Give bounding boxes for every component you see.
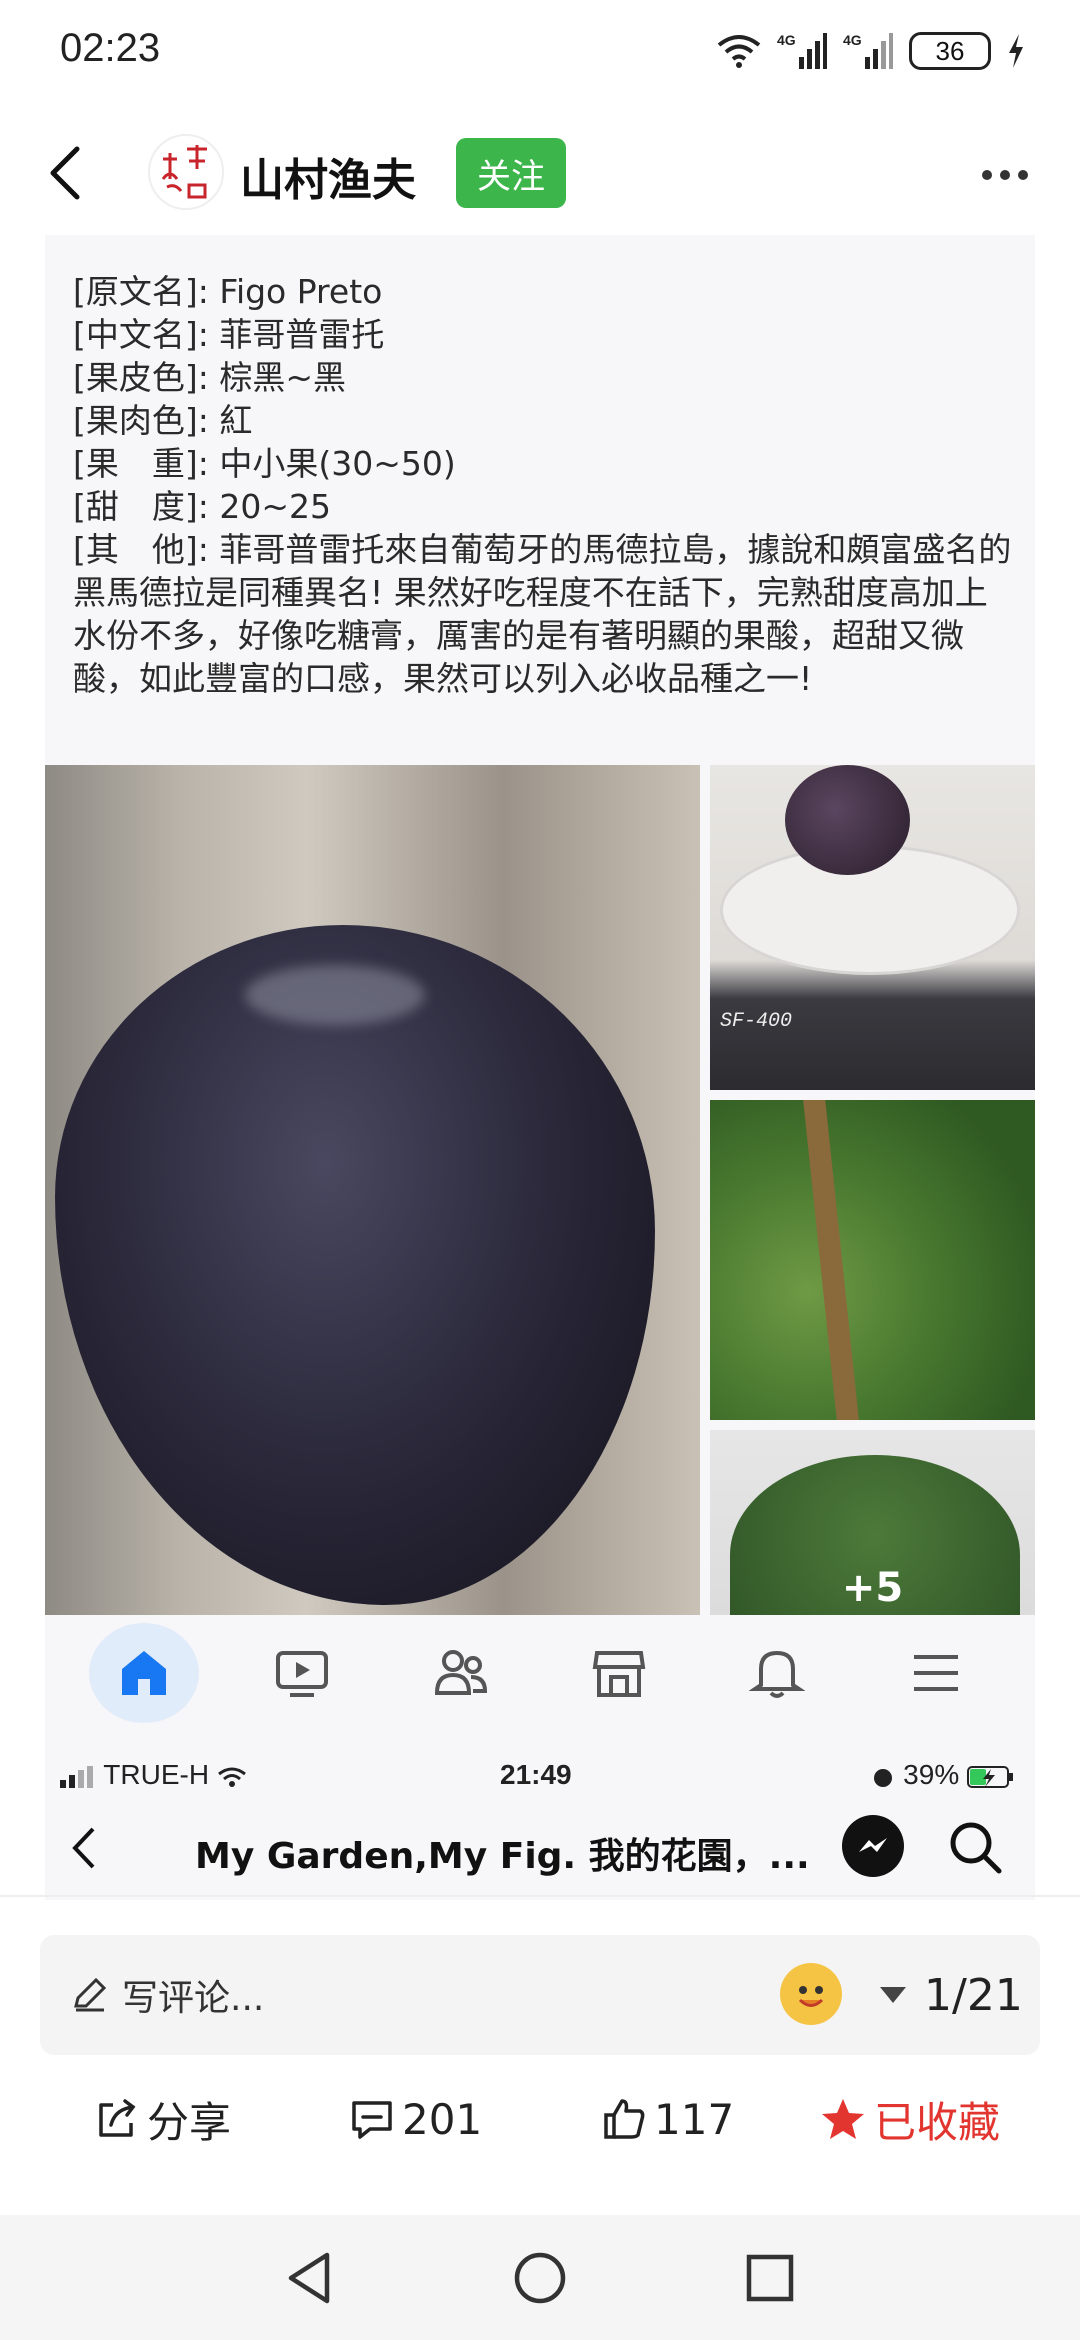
comments-count: 201	[402, 2094, 483, 2144]
more-photos-count: +5	[841, 1565, 904, 1611]
more-dot-icon	[982, 170, 992, 180]
comment-input[interactable]: 写评论...	[70, 1935, 264, 2055]
system-back-button[interactable]	[275, 2243, 345, 2313]
home-icon	[122, 1650, 167, 1695]
battery-indicator: 36	[909, 32, 991, 70]
comment-bar: 写评论... 1/21	[40, 1935, 1040, 2055]
fb-home-tab	[89, 1622, 200, 1723]
comment-placeholder: 写评论...	[122, 1978, 265, 2019]
page-indicator-label: 1/21	[924, 1969, 1023, 2021]
scale-label: SF-400	[720, 1010, 793, 1033]
embedded-carrier: TRUE-H	[60, 1759, 247, 1791]
spec-description: [其 他]: 菲哥普雷托來自葡萄牙的馬德拉島，據說和頗富盛名的黑馬德拉是同種異名…	[73, 530, 1012, 698]
system-home-button[interactable]	[505, 2243, 575, 2313]
back-button[interactable]	[30, 138, 100, 208]
messenger-icon	[842, 1815, 904, 1877]
post-header: 山村渔夫 关注	[0, 120, 1080, 230]
emoji-button[interactable]	[780, 1963, 842, 2025]
thumbs-up-icon	[604, 2099, 645, 2139]
fb-notifications-tab	[722, 1623, 832, 1723]
share-button[interactable]: 分享	[95, 2089, 231, 2149]
image-page-indicator[interactable]: 1/21	[880, 1935, 1023, 2055]
wifi-icon	[717, 35, 761, 68]
wifi-icon	[217, 1767, 246, 1787]
bell-icon	[749, 1650, 806, 1698]
svg-text:4G: 4G	[777, 32, 796, 48]
spec-sweetness: [甜 度]: 20~25	[73, 487, 331, 526]
embedded-battery: 39%	[871, 1759, 1015, 1791]
stem-image	[802, 1100, 860, 1420]
battery-charging-icon	[967, 1765, 1013, 1788]
spec-weight: [果 重]: 中小果(30~50)	[73, 444, 456, 483]
embedded-fb-nav	[45, 1620, 1035, 1725]
fig-spec-text: [原文名]: Figo Preto [中文名]: 菲哥普雷托 [果皮色]: 棕黑…	[73, 270, 1013, 700]
embedded-title: My Garden,My Fig. 我的花園，...	[195, 1836, 810, 1877]
avatar[interactable]	[148, 134, 224, 210]
follow-button[interactable]: 关注	[456, 138, 566, 208]
comment-icon	[352, 2101, 392, 2139]
store-icon	[592, 1650, 646, 1697]
charging-icon	[1009, 34, 1023, 68]
spec-flesh-color: [果肉色]: 紅	[73, 401, 253, 440]
more-options-button[interactable]	[970, 150, 1040, 200]
seal-logo-icon	[156, 142, 216, 202]
fb-marketplace-tab	[564, 1623, 674, 1723]
fig-shine	[245, 965, 425, 1025]
alarm-icon	[874, 1768, 893, 1787]
cell-signal-icon: 4G	[843, 32, 893, 69]
share-icon	[99, 2099, 136, 2137]
fig-photo-plant[interactable]	[710, 1100, 1035, 1420]
svg-text:4G: 4G	[843, 32, 862, 48]
chevron-left-icon	[50, 146, 80, 200]
action-bar: 分享 201 117 已收藏	[0, 2075, 1080, 2165]
search-icon	[950, 1822, 1002, 1874]
divider	[0, 1895, 1080, 1897]
fig-fruit-image	[55, 925, 655, 1605]
embedded-carrier-label: TRUE-H	[103, 1759, 210, 1790]
likes-count: 117	[654, 2094, 735, 2144]
embedded-battery-label: 39%	[903, 1759, 960, 1790]
spec-chinese-name: [中文名]: 菲哥普雷托	[73, 315, 385, 354]
pencil-icon	[74, 1977, 107, 2012]
favorite-button[interactable]: 已收藏	[820, 2089, 1000, 2149]
cell-signal-icon	[60, 1765, 93, 1788]
status-icons: 4G 4G 36	[717, 28, 1025, 74]
status-bar: 02:23 4G 4G 36	[0, 0, 1080, 100]
chevron-left-icon	[72, 1827, 95, 1869]
fb-menu-tab	[881, 1623, 991, 1723]
friends-icon	[434, 1649, 487, 1695]
spec-original-name: [原文名]: Figo Preto	[73, 272, 383, 311]
square-recents-icon	[746, 2254, 794, 2302]
circle-home-icon	[514, 2252, 566, 2304]
cell-signal-icon: 4G	[777, 32, 827, 69]
fig-photo-main[interactable]	[45, 765, 700, 1615]
status-time: 02:23	[60, 26, 161, 70]
fig-photo-scale[interactable]: SF-400	[710, 765, 1035, 1090]
fb-video-tab	[247, 1623, 357, 1723]
spec-skin-color: [果皮色]: 棕黑~黑	[73, 358, 347, 397]
like-button[interactable]: 117	[602, 2089, 734, 2149]
embedded-status-bar: TRUE-H 21:49 39%	[45, 1745, 1035, 1805]
share-label: 分享	[147, 2097, 232, 2147]
video-icon	[276, 1650, 329, 1697]
caret-down-icon	[880, 1987, 906, 2003]
favorite-label: 已收藏	[874, 2097, 1001, 2147]
small-fig-image	[785, 765, 910, 875]
comments-button[interactable]: 201	[350, 2089, 482, 2149]
embedded-title-row: My Garden,My Fig. 我的花園，...	[45, 1805, 1035, 1895]
fig-photo-leaf[interactable]: +5	[710, 1430, 1035, 1615]
author-name[interactable]: 山村渔夫	[240, 144, 416, 208]
more-dot-icon	[1018, 170, 1028, 180]
triangle-back-icon	[288, 2252, 330, 2304]
system-recents-button[interactable]	[735, 2243, 805, 2313]
emoji-icon	[786, 1969, 836, 2019]
more-dot-icon	[1000, 170, 1010, 180]
post-image[interactable]: [原文名]: Figo Preto [中文名]: 菲哥普雷托 [果皮色]: 棕黑…	[45, 235, 1035, 1900]
star-icon	[822, 2099, 864, 2139]
system-nav-bar	[0, 2215, 1080, 2340]
embedded-time: 21:49	[500, 1759, 572, 1790]
fb-friends-tab	[406, 1623, 516, 1723]
menu-icon	[913, 1654, 958, 1691]
